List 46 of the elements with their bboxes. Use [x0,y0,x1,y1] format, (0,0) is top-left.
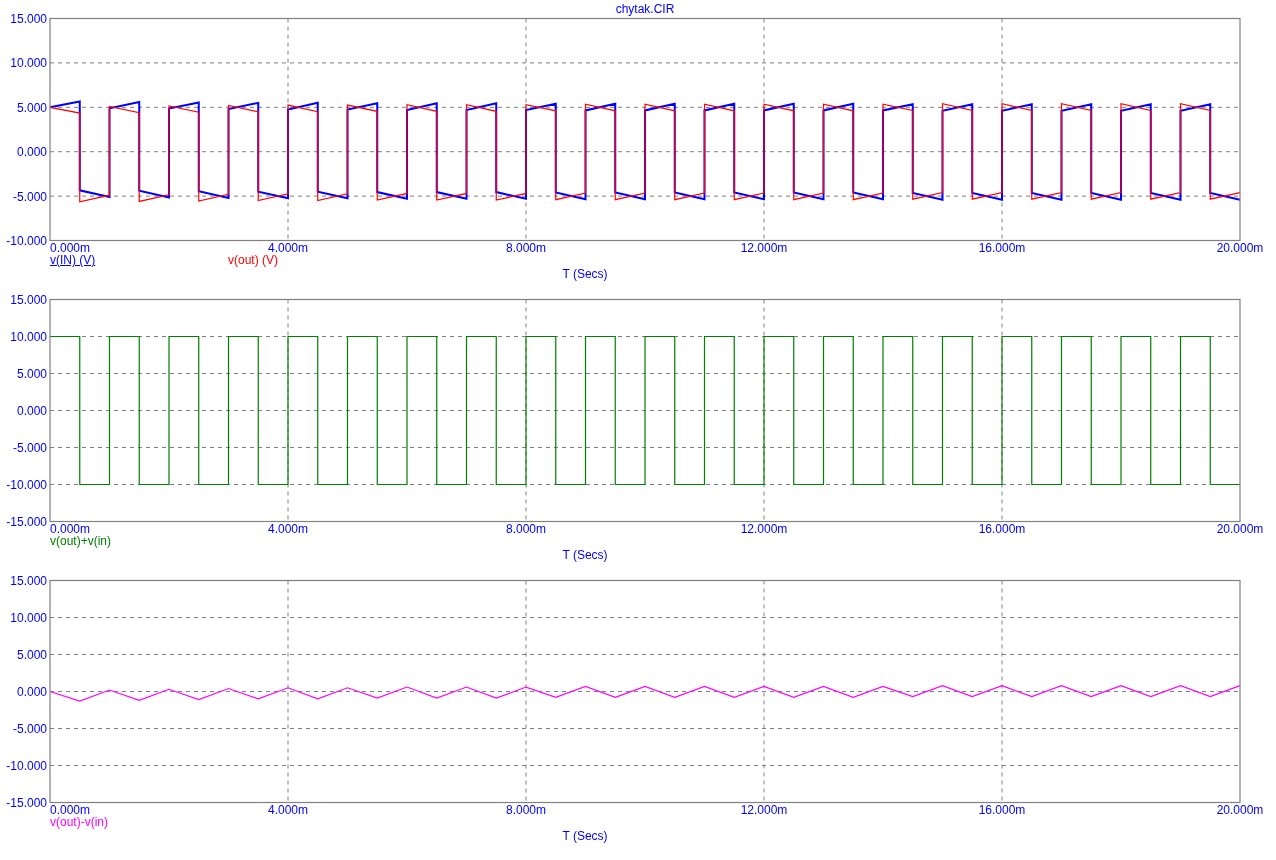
y-tick-label: 15.000 [10,293,47,307]
legend-label: v(out)+v(in) [50,535,111,547]
x-tick-label: 12.000m [740,522,788,534]
x-tick-label: 16.000m [978,241,1026,253]
x-tick-label: 8.000m [506,241,546,253]
y-tick-label: 5.000 [16,367,47,381]
x-tick-label: 4.000m [268,241,308,253]
x-tick-label: 16.000m [978,522,1026,534]
y-tick-label: 10.000 [10,611,47,625]
y-tick-label: 10.000 [10,330,47,344]
y-tick-label: -15.000 [6,515,47,529]
y-tick-label: -15.000 [6,796,47,810]
legend-label: v(out) (V) [228,254,278,266]
y-tick-label: 0.000 [16,685,47,699]
x-tick-label: 0.000m [50,522,91,534]
x-tick-label: 0.000m [50,241,91,253]
x-tick-label: 16.000m [978,803,1026,815]
x-tick-label: 4.000m [268,522,308,534]
x-tick-label: 20.000m [1216,803,1264,815]
x-tick-label: 12.000m [740,241,788,253]
y-tick-label: 0.000 [16,145,47,160]
y-tick-label: 0.000 [16,404,47,418]
x-tick-label: 20.000m [1216,522,1264,534]
legend-label: v(IN) (V) [50,254,96,266]
y-tick-label: -10.000 [6,759,47,773]
y-tick-label: 5.000 [16,648,47,662]
y-tick-label: -10.000 [6,478,47,492]
y-tick-label: 15.000 [10,574,47,588]
x-axis-label: T (Secs) [562,830,608,842]
x-axis-label: T (Secs) [562,549,608,561]
legend-label: v(out)-v(in) [50,816,108,828]
y-tick-label: -5.000 [12,189,47,204]
x-tick-label: 12.000m [740,803,788,815]
y-tick-label: -10.000 [6,234,47,248]
plot-title: chytak.CIR [615,2,675,16]
y-tick-label: 15.000 [10,12,47,26]
x-axis-label: T (Secs) [562,268,608,280]
x-tick-label: 0.000m [50,803,91,815]
y-tick-label: 10.000 [10,56,47,71]
x-tick-label: 8.000m [506,803,546,815]
x-tick-label: 20.000m [1216,241,1264,253]
y-tick-label: -5.000 [12,441,47,455]
y-tick-label: 5.000 [16,100,47,115]
x-tick-label: 8.000m [506,522,546,534]
x-tick-label: 4.000m [268,803,308,815]
y-tick-label: -5.000 [12,722,47,736]
